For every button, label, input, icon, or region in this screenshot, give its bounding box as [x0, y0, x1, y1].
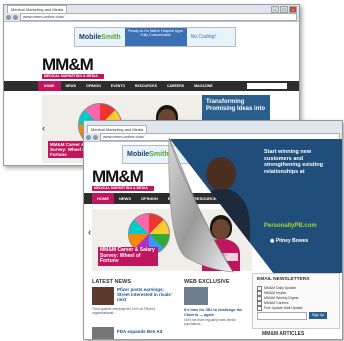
- nav-events[interactable]: Events: [106, 84, 130, 88]
- nav-home[interactable]: Home: [38, 81, 61, 91]
- front-nav-news[interactable]: News: [114, 196, 136, 201]
- nav-magazine[interactable]: Magazine: [189, 84, 218, 88]
- nav-careers[interactable]: Careers: [162, 84, 189, 88]
- front-nav-opinion[interactable]: Opinion: [136, 196, 163, 201]
- peel-ad-text: Start winning new customers and strength…: [264, 149, 323, 175]
- back-slider-prev-icon[interactable]: ‹: [42, 123, 45, 133]
- front-person-caption[interactable]: Healthcare: The DTC reviews rabbit: [194, 253, 238, 261]
- nav-opinion[interactable]: Opinion: [81, 84, 106, 88]
- site-tagline: Medical Marketing & Media: [42, 74, 104, 79]
- ad-brand: MobileSmith: [79, 33, 121, 41]
- back-mobilesmith-ad[interactable]: MobileSmith Ready-to-Go Native Hospital …: [74, 27, 236, 47]
- news-body-1: Third-quarter earnings fell 14% on Pfize…: [92, 307, 156, 315]
- newsletter-option[interactable]: MM&M Weekly Digest: [257, 296, 303, 301]
- front-forward-button-icon[interactable]: [93, 134, 98, 140]
- pitney-bowes-logo: ◉ Pitney Bowes: [270, 238, 309, 244]
- newsletter-email-input[interactable]: [257, 312, 307, 320]
- news-thumbnail-2[interactable]: [92, 327, 114, 339]
- front-hero-caption[interactable]: MM&M Career & Salary Survey: Wheel of Fo…: [98, 247, 158, 266]
- mmm-articles-heading: MM&M Articles: [262, 331, 305, 337]
- maximize-icon[interactable]: □: [280, 6, 288, 13]
- minimize-icon[interactable]: –: [271, 6, 279, 13]
- front-browser-window: Medical Marketing and Media www.mmm-onli…: [83, 120, 343, 340]
- newsletter-box: Email Newsletters MM&M Daily Update MM&M…: [252, 273, 340, 329]
- web-exclusive-heading: Web Exclusive: [184, 279, 230, 285]
- front-ad-brand: MobileSmith: [127, 151, 169, 158]
- newsletter-option[interactable]: MM&M Daily Update: [257, 286, 303, 291]
- back-button-icon[interactable]: [6, 14, 11, 20]
- front-browser-chrome: Medical Marketing and Media www.mmm-onli…: [84, 121, 342, 142]
- news-thumbnail[interactable]: [92, 287, 114, 305]
- exclusive-thumbnail[interactable]: [184, 287, 208, 305]
- front-browser-tab[interactable]: Medical Marketing and Media: [87, 125, 148, 133]
- newsletter-signup-button[interactable]: Sign Up: [309, 312, 327, 319]
- forward-button-icon[interactable]: [13, 14, 18, 20]
- latest-news-heading: Latest News: [92, 279, 132, 285]
- front-site-logo[interactable]: MM&M: [92, 167, 144, 187]
- newsletter-option[interactable]: Five Update Mail Update: [257, 306, 303, 311]
- news-headline-1[interactable]: Pfizer posts earnings; Street interested…: [117, 287, 175, 302]
- front-site-tagline: Medical Marketing & Media: [92, 186, 154, 191]
- news-headline-2[interactable]: FDA expands Ben Ad: [117, 329, 175, 334]
- newsletter-options: MM&M Daily Update MM&M Insider MM&M Week…: [257, 286, 303, 311]
- back-main-nav: Home News Opinion Events Resources Caree…: [4, 81, 299, 91]
- back-browser-chrome: Medical Marketing and Media www.mmm-onli…: [4, 5, 299, 22]
- newsletter-heading: Email Newsletters: [257, 277, 310, 282]
- peel-ad-url[interactable]: PersonallyPB.com: [264, 223, 317, 229]
- ad-message: Ready-to-Go Native Hospital Apps Fully C…: [124, 28, 187, 46]
- exclusive-headline[interactable]: It's time for JBJ to challenge the Cheer…: [184, 308, 246, 317]
- nav-news[interactable]: News: [61, 84, 82, 88]
- back-browser-tab[interactable]: Medical Marketing and Media: [7, 5, 68, 13]
- ad-cta: No Coding!: [190, 34, 216, 40]
- back-search-input[interactable]: [247, 83, 287, 89]
- close-icon[interactable]: ×: [289, 6, 297, 13]
- exclusive-body: GM's tax team regularly loses dental pop…: [184, 318, 236, 326]
- site-logo[interactable]: MM&M: [42, 55, 94, 75]
- front-slider-prev-icon[interactable]: ‹: [88, 227, 91, 238]
- front-nav-home[interactable]: Home: [92, 193, 114, 204]
- nav-resources[interactable]: Resources: [130, 84, 162, 88]
- front-back-button-icon[interactable]: [86, 134, 91, 140]
- back-address-bar[interactable]: www.mmm-online.com/: [20, 13, 297, 21]
- front-nav-events[interactable]: Events: [163, 196, 189, 201]
- front-hero-slider[interactable]: MM&M Career & Salary Survey: Wheel of Fo…: [92, 209, 252, 271]
